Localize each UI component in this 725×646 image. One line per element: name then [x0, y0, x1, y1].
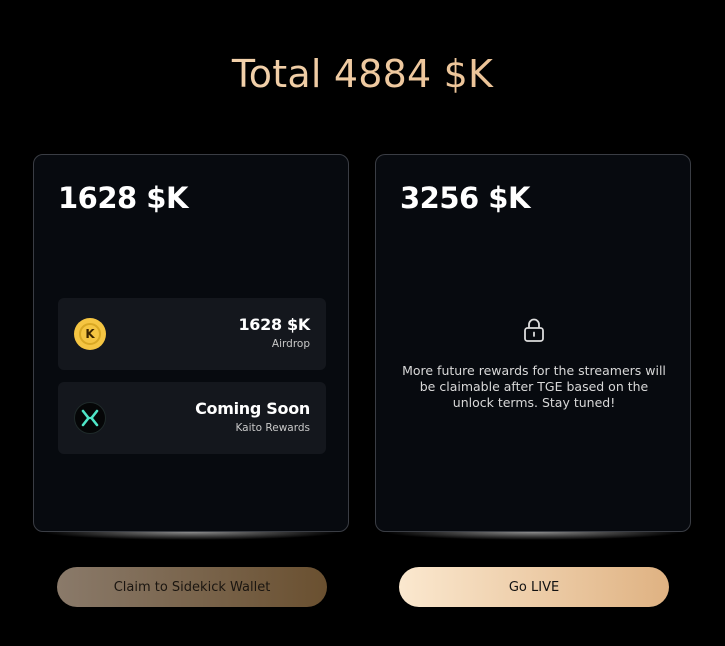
card-amount: 1628 $K — [58, 181, 188, 215]
go-live-button[interactable]: Go LIVE — [399, 567, 669, 607]
reward-value: Coming Soon — [195, 399, 310, 418]
reward-label: Kaito Rewards — [235, 422, 310, 434]
reward-label: Airdrop — [271, 338, 310, 350]
airdrop-card: 1628 $K K 1628 $K Airdrop Coming Soon Ka… — [33, 154, 349, 532]
future-rewards-card: 3256 $K More future rewards for the stre… — [375, 154, 691, 532]
card-glow — [383, 532, 683, 540]
locked-rewards-message: More future rewards for the streamers wi… — [402, 363, 666, 410]
claim-to-wallet-button[interactable]: Claim to Sidekick Wallet — [57, 567, 327, 607]
reward-item-airdrop: K 1628 $K Airdrop — [58, 298, 326, 370]
reward-item-kaito-rewards: Coming Soon Kaito Rewards — [58, 382, 326, 454]
kaito-k-icon: K — [74, 318, 106, 350]
lock-icon — [522, 317, 546, 347]
total-amount-heading: Total 4884 $K — [0, 52, 725, 96]
reward-value: 1628 $K — [238, 315, 310, 334]
card-glow — [41, 532, 341, 540]
card-amount: 3256 $K — [400, 181, 530, 215]
x-logo-icon — [74, 402, 106, 434]
